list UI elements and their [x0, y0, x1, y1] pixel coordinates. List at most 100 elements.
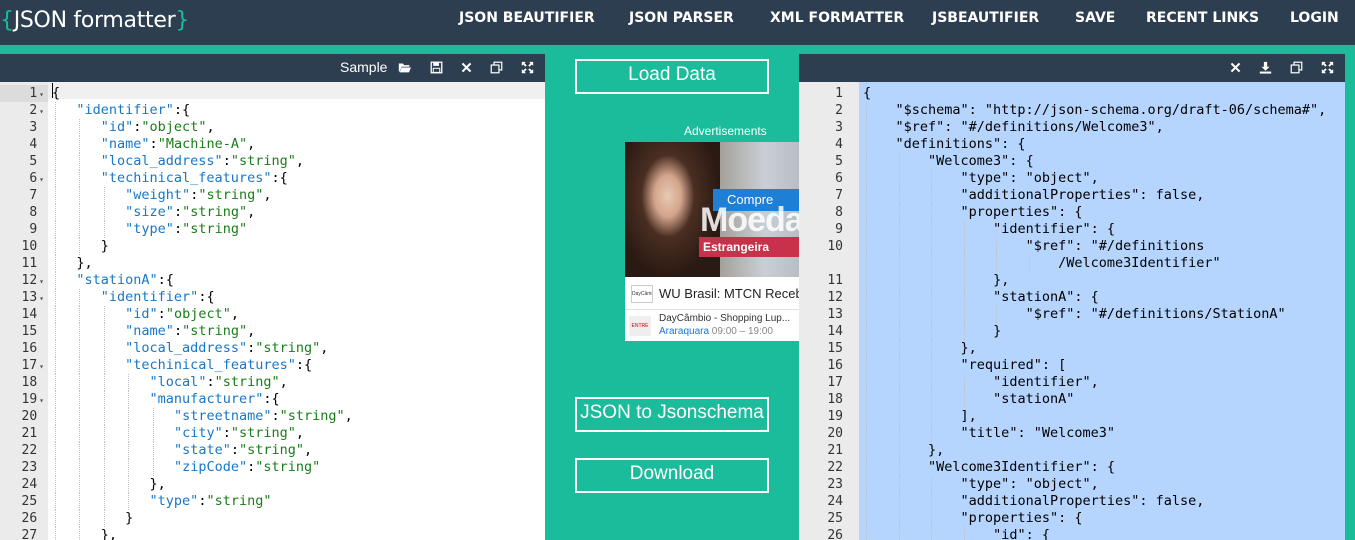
output-line-number-text: 21	[827, 443, 843, 458]
output-code-text: "definitions": {	[895, 136, 1026, 152]
indent-guide	[128, 493, 130, 510]
json-string-value: "string"	[255, 459, 321, 475]
nav-json-beautifier[interactable]: JSON BEAUTIFIER	[459, 0, 595, 45]
fold-arrow-icon[interactable]: ▾	[39, 294, 44, 303]
fold-arrow-icon	[39, 141, 44, 150]
fullscreen-icon[interactable]	[520, 60, 534, 74]
indent-guide	[866, 391, 867, 408]
json-to-jsonschema-button[interactable]: JSON to Jsonschema	[575, 397, 769, 432]
logo-open-brace: {	[0, 8, 14, 33]
indent-guide	[866, 493, 867, 510]
json-string-value: "string"	[279, 408, 345, 424]
indent-guide	[866, 459, 867, 476]
nav-login[interactable]: LOGIN	[1290, 0, 1339, 45]
output-line-number-text: 23	[827, 477, 843, 492]
fold-arrow-icon	[39, 481, 44, 490]
nav-xml-formatter[interactable]: XML FORMATTER	[770, 0, 904, 45]
output-code-text: "$ref": "#/definitions/Welcome3",	[895, 119, 1164, 135]
output-line-number: 18	[799, 391, 843, 408]
fullscreen-icon[interactable]	[1320, 60, 1334, 74]
output-line-number-text: 5	[835, 154, 843, 169]
indent-guide	[931, 306, 933, 323]
fold-arrow-icon[interactable]: ▾	[39, 362, 44, 371]
nav-json-parser[interactable]: JSON PARSER	[629, 0, 734, 45]
input-line-number: 21	[0, 425, 48, 442]
output-code-line: "properties": {	[961, 510, 1083, 527]
input-line-number: 26	[0, 510, 48, 527]
indent-guide	[898, 153, 900, 170]
indent-guide	[103, 204, 105, 221]
site-logo[interactable]: {JSON formatter}	[0, 6, 189, 36]
input-code-line: "local":"string",	[150, 374, 288, 391]
sample-button[interactable]: Sample	[340, 54, 387, 80]
indent-guide	[866, 374, 867, 391]
copy-icon[interactable]	[1289, 60, 1303, 74]
indent-guide	[55, 374, 56, 391]
json-key: "streetname"	[173, 408, 272, 424]
json-key: "type"	[125, 221, 174, 237]
fold-arrow-icon[interactable]: ▾	[39, 90, 44, 99]
indent-guide	[79, 374, 81, 391]
input-code-line: "city":"string",	[174, 425, 304, 442]
input-editor-pane: Sample 1 ▾ 2 ▾ 3 4 5 6 ▾ 7 8 9 10 11 12 ▾ 13 ▾ 14 …	[0, 54, 545, 540]
download-icon[interactable]	[1258, 60, 1272, 74]
fold-arrow-icon[interactable]: ▾	[39, 277, 44, 286]
input-code-line: }	[101, 238, 109, 255]
input-code-area[interactable]: {"identifier":{"id":"object", "name":"Mac…	[48, 82, 545, 540]
input-code-line: "identifier":{	[76, 102, 190, 119]
indent-guide	[931, 340, 933, 357]
output-line-number-text: 13	[827, 307, 843, 322]
output-code-text: "type": "object",	[960, 170, 1099, 186]
output-code-line: },	[961, 340, 977, 357]
nav-save[interactable]: SAVE	[1075, 0, 1115, 45]
input-line-number: 14	[0, 306, 48, 323]
indent-guide	[103, 408, 105, 425]
output-code-text: "stationA": {	[993, 289, 1099, 305]
indent-guide	[55, 340, 56, 357]
json-key: "city"	[173, 425, 223, 441]
fold-arrow-icon[interactable]: ▾	[39, 107, 44, 116]
json-punctuation: :{	[157, 272, 174, 288]
indent-guide	[866, 289, 867, 306]
json-string-value: "object"	[141, 119, 207, 135]
json-punctuation: :	[157, 306, 166, 322]
json-punctuation: },	[149, 476, 166, 492]
indent-guide	[963, 272, 965, 289]
output-code-text: "type": "object",	[960, 476, 1099, 492]
load-data-button[interactable]: Load Data	[575, 59, 769, 94]
output-code-line: {	[863, 85, 871, 102]
nav-recent-links[interactable]: RECENT LINKS	[1146, 0, 1259, 45]
fold-arrow-icon[interactable]: ▾	[39, 175, 44, 184]
input-line-number: 1 ▾	[0, 85, 48, 102]
input-line-number-text: 2	[29, 103, 38, 118]
ad-listing-2[interactable]: ENTRE DayCâmbio - Shopping Lup... Araraq…	[625, 310, 799, 341]
download-button[interactable]: Download	[575, 458, 769, 493]
json-punctuation: ,	[230, 306, 239, 322]
input-line-number: 17 ▾	[0, 357, 48, 374]
output-line-number-text: 19	[827, 409, 843, 424]
folder-open-icon[interactable]	[397, 60, 411, 74]
json-key: "techinical_features"	[125, 357, 296, 373]
ad-map-pin-icon: ENTRE	[629, 316, 651, 336]
nav-jsbeautifier[interactable]: JSBEAUTIFIER	[932, 0, 1039, 45]
save-icon[interactable]	[429, 60, 443, 74]
fold-arrow-icon[interactable]: ▾	[39, 396, 44, 405]
input-line-number: 18	[0, 374, 48, 391]
ad-listing-1[interactable]: DayCâmbio WU Brasil: MTCN Recebimento	[625, 277, 799, 310]
indent-guide	[103, 323, 105, 340]
indent-guide	[866, 153, 867, 170]
json-punctuation: :{	[173, 102, 191, 118]
input-code-line: "techinical_features":{	[101, 170, 288, 187]
output-code-area[interactable]: {"$schema": "http://json-schema.org/draf…	[859, 82, 1345, 540]
copy-icon[interactable]	[489, 60, 503, 74]
output-code-line: },	[993, 272, 1009, 289]
output-line-number-text: 25	[827, 511, 843, 526]
indent-guide	[963, 374, 965, 391]
ad-banner[interactable]: Compre Moeda Estrangeira DayCâmbio WU Br…	[625, 142, 799, 341]
indent-guide	[55, 476, 56, 493]
close-icon[interactable]	[1228, 60, 1242, 74]
indent-guide	[79, 527, 81, 540]
close-icon[interactable]	[459, 60, 473, 74]
indent-guide	[55, 255, 56, 272]
output-code-text: "id": {	[993, 527, 1050, 540]
